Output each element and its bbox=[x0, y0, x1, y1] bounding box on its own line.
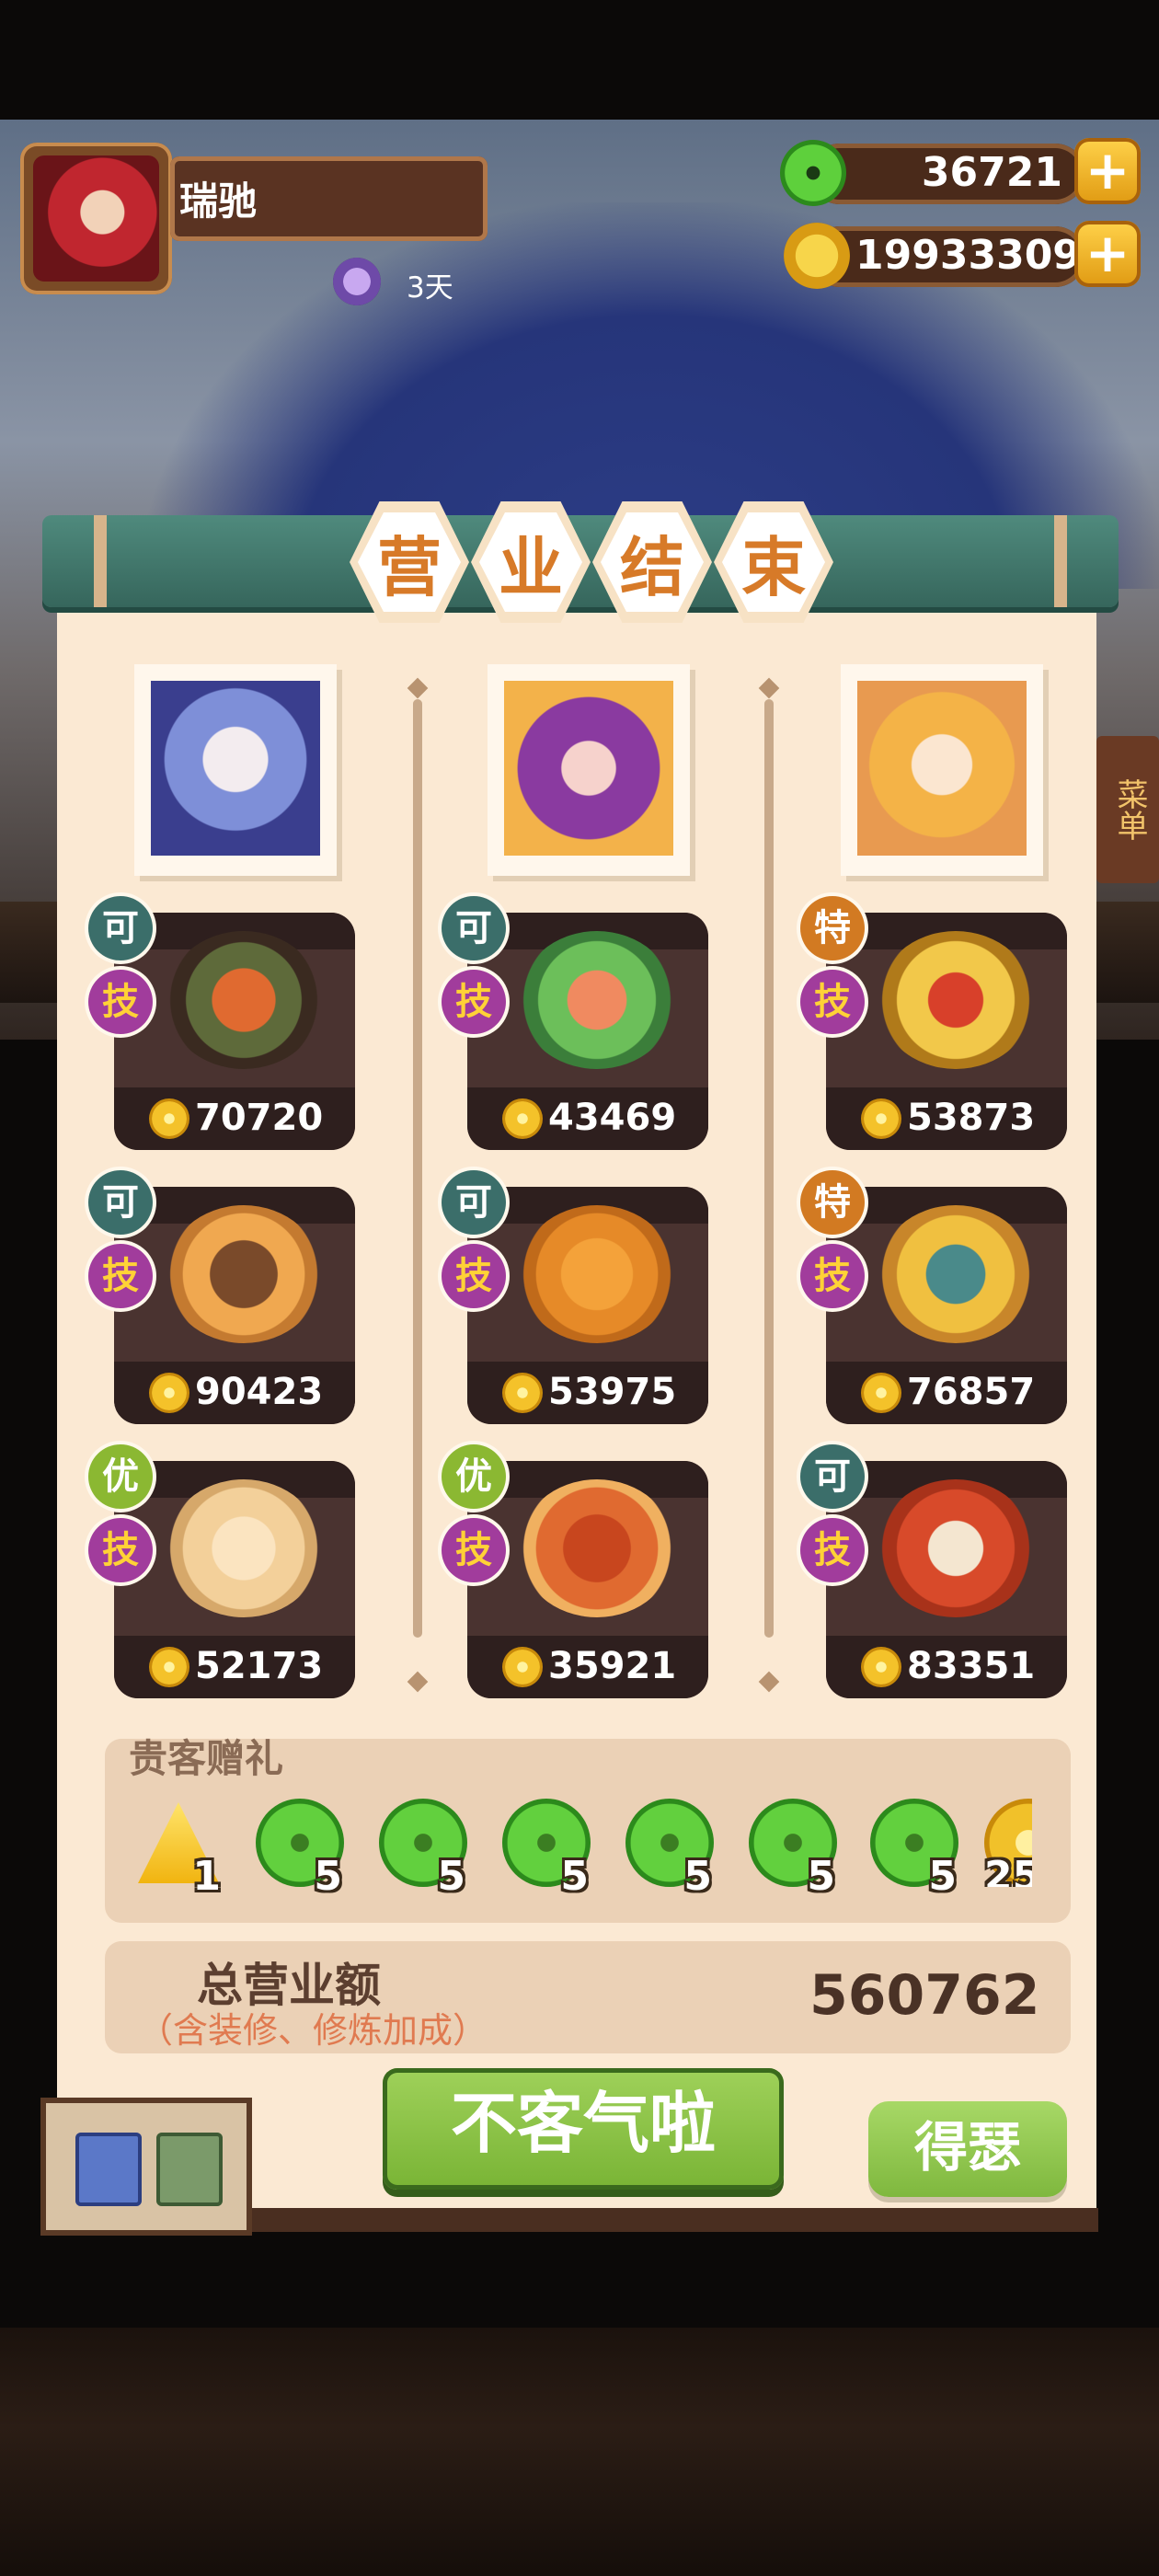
gift-item[interactable]: 5 bbox=[502, 1799, 591, 1900]
add-jade-button[interactable]: + bbox=[1074, 138, 1141, 204]
dish-image bbox=[166, 931, 322, 1069]
dish-card[interactable]: 特 技 53873 bbox=[800, 896, 1067, 1150]
chef-3-avatar bbox=[857, 681, 1027, 856]
total-revenue-note: （含装修、修炼加成） bbox=[138, 2010, 488, 2051]
dish-revenue: 43469 bbox=[548, 1097, 677, 1139]
gift-amount: 5 bbox=[560, 1853, 589, 1900]
chef-2-avatar bbox=[504, 681, 673, 856]
skill-badge: 技 bbox=[88, 1244, 153, 1308]
blue-slot-icon[interactable] bbox=[75, 2133, 142, 2206]
dish-revenue: 35921 bbox=[548, 1645, 677, 1687]
dish-card[interactable]: 特 技 76857 bbox=[800, 1170, 1067, 1424]
grade-badge: 优 bbox=[88, 1444, 153, 1509]
gift-item[interactable]: 5 bbox=[256, 1799, 344, 1900]
dish-card[interactable]: 可 技 53975 bbox=[442, 1170, 708, 1424]
dish-image bbox=[878, 931, 1034, 1069]
coin-icon bbox=[502, 1373, 543, 1413]
show-off-button[interactable]: 得瑟 bbox=[868, 2101, 1067, 2197]
jade-icon bbox=[780, 140, 846, 206]
coin-icon bbox=[861, 1373, 901, 1413]
gift-item[interactable]: 5 bbox=[749, 1799, 837, 1900]
dish-revenue: 90423 bbox=[195, 1371, 324, 1413]
grade-badge: 可 bbox=[800, 1444, 865, 1509]
chef-portrait-2[interactable] bbox=[488, 664, 690, 876]
dish-image bbox=[878, 1205, 1034, 1343]
vip-days: 3天 bbox=[407, 271, 453, 305]
grade-badge: 可 bbox=[442, 896, 506, 960]
dish-revenue: 70720 bbox=[195, 1097, 324, 1139]
dish-card[interactable]: 优 技 35921 bbox=[442, 1444, 708, 1698]
dish-card[interactable]: 可 技 90423 bbox=[88, 1170, 355, 1424]
skill-badge: 技 bbox=[88, 970, 153, 1034]
floor-background bbox=[0, 2328, 1159, 2576]
dish-revenue: 53873 bbox=[907, 1097, 1036, 1139]
chef-portrait-3[interactable] bbox=[841, 664, 1043, 876]
column-divider bbox=[758, 677, 780, 1693]
coin-icon bbox=[149, 1373, 189, 1413]
banner-post-right bbox=[1054, 515, 1067, 607]
dish-image bbox=[519, 1205, 675, 1343]
banner-post-left bbox=[94, 515, 107, 607]
gift-amount: 25 bbox=[984, 1853, 1032, 1887]
chef-1-avatar bbox=[151, 681, 320, 856]
gift-item[interactable]: 5 bbox=[379, 1799, 467, 1900]
dish-revenue: 83351 bbox=[907, 1645, 1036, 1687]
grade-badge: 优 bbox=[442, 1444, 506, 1509]
dish-image bbox=[519, 1479, 675, 1617]
chef-portrait-1[interactable] bbox=[134, 664, 337, 876]
skill-badge: 技 bbox=[442, 1244, 506, 1308]
dish-card[interactable]: 优 技 52173 bbox=[88, 1444, 355, 1698]
dish-image bbox=[878, 1479, 1034, 1617]
player-name: 瑞驰 bbox=[179, 178, 258, 224]
grade-badge: 可 bbox=[88, 896, 153, 960]
skill-badge: 技 bbox=[88, 1518, 153, 1582]
grade-badge: 可 bbox=[88, 1170, 153, 1235]
add-coins-button[interactable]: + bbox=[1074, 221, 1141, 287]
grade-badge: 特 bbox=[800, 1170, 865, 1235]
column-divider bbox=[407, 677, 429, 1693]
grade-badge: 特 bbox=[800, 896, 865, 960]
coin-icon bbox=[149, 1647, 189, 1687]
gift-item[interactable]: 5 bbox=[625, 1799, 714, 1900]
coin-amount: 19933309 bbox=[855, 232, 1081, 279]
dish-card[interactable]: 可 技 83351 bbox=[800, 1444, 1067, 1698]
confirm-button[interactable]: 不客气啦 bbox=[383, 2068, 784, 2190]
jade-amount: 36721 bbox=[921, 149, 1062, 196]
total-revenue-value: 560762 bbox=[809, 1963, 1040, 2028]
dish-revenue: 53975 bbox=[548, 1371, 677, 1413]
skill-badge: 技 bbox=[442, 1518, 506, 1582]
green-slot-icon[interactable] bbox=[156, 2133, 223, 2206]
dish-image bbox=[166, 1479, 322, 1617]
gift-item[interactable]: 25 bbox=[984, 1799, 1032, 1887]
dish-revenue: 76857 bbox=[907, 1371, 1036, 1413]
gift-item[interactable]: 1 bbox=[134, 1799, 223, 1900]
dish-image bbox=[166, 1205, 322, 1343]
coin-icon bbox=[861, 1098, 901, 1139]
gift-amount: 5 bbox=[314, 1853, 342, 1900]
gift-amount: 5 bbox=[437, 1853, 465, 1900]
guest-gift-title: 贵客赠礼 bbox=[129, 1736, 284, 1781]
gift-item[interactable]: 5 bbox=[870, 1799, 958, 1900]
skill-badge: 技 bbox=[442, 970, 506, 1034]
dish-revenue: 52173 bbox=[195, 1645, 324, 1687]
gift-amount: 5 bbox=[683, 1853, 712, 1900]
vip-icon[interactable] bbox=[333, 258, 381, 305]
coin-icon bbox=[861, 1647, 901, 1687]
skill-badge: 技 bbox=[800, 1244, 865, 1308]
player-avatar[interactable] bbox=[33, 155, 159, 282]
gift-amount: 5 bbox=[928, 1853, 957, 1900]
skill-badge: 技 bbox=[800, 970, 865, 1034]
coin-icon bbox=[502, 1647, 543, 1687]
gift-amount: 1 bbox=[192, 1853, 221, 1900]
gift-amount: 5 bbox=[807, 1853, 835, 1900]
skill-badge: 技 bbox=[800, 1518, 865, 1582]
dish-card[interactable]: 可 技 43469 bbox=[442, 896, 708, 1150]
coin-icon bbox=[784, 223, 850, 289]
dish-card[interactable]: 可 技 70720 bbox=[88, 896, 355, 1150]
grade-badge: 可 bbox=[442, 1170, 506, 1235]
dish-image bbox=[519, 931, 675, 1069]
coin-icon bbox=[149, 1098, 189, 1139]
coin-icon bbox=[502, 1098, 543, 1139]
menu-side-tab[interactable]: 菜单 bbox=[1096, 736, 1159, 883]
